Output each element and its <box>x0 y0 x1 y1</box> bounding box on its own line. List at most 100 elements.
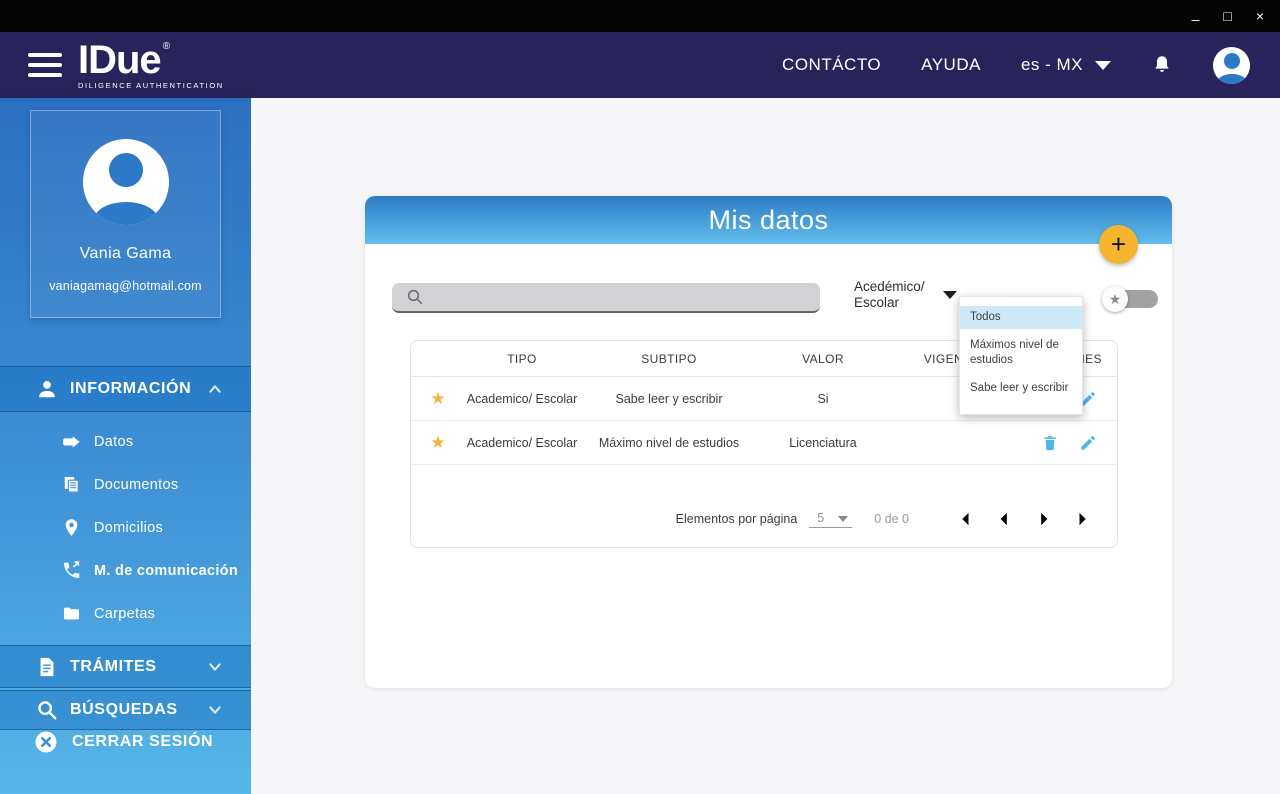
first-page-icon[interactable] <box>955 510 973 528</box>
pagination: Elementos por página 5 0 de 0 <box>676 501 1093 537</box>
sidebar: Vania Gama vaniagamag@hotmail.com INFORM… <box>0 98 251 794</box>
sidebar-item-datos[interactable]: Datos <box>0 420 251 463</box>
profile-avatar <box>82 139 169 225</box>
sidebar-section-label: INFORMACIÓN <box>70 380 192 397</box>
page-title: Mis datos <box>708 204 829 235</box>
sidebar-item-label: Documentos <box>94 476 179 493</box>
type-filter-select[interactable]: Acedémico/ Escolar <box>854 279 957 311</box>
chevron-down-icon <box>1095 60 1111 70</box>
card-header: Mis datos <box>365 196 1172 244</box>
type-filter-line2: Escolar <box>854 295 900 310</box>
menu-option-sabe-leer[interactable]: Sabe leer y escribir <box>960 377 1082 400</box>
sidebar-item-label: Datos <box>94 433 134 450</box>
search-icon <box>38 701 57 720</box>
folder-icon <box>63 607 80 620</box>
hamburger-menu-icon[interactable] <box>28 53 62 77</box>
favorite-star-icon[interactable]: ★ <box>411 433 465 453</box>
sidebar-item-m-de-comunicacion[interactable]: M. de comunicación <box>0 549 251 592</box>
type-filter-menu: Todos Máximos nivel de estudios Sabe lee… <box>959 296 1083 415</box>
profile-email: vaniagamag@hotmail.com <box>49 279 202 293</box>
nav-right: CONTÁCTO AYUDA es - MX <box>782 32 1250 98</box>
sidebar-section-tramites[interactable]: TRÁMITES <box>0 645 251 688</box>
sidebar-item-domicilios[interactable]: Domicilios <box>0 506 251 549</box>
sidebar-item-carpetas[interactable]: Carpetas <box>0 592 251 635</box>
mis-datos-card: Mis datos + Acedémico/ Escolar ★ Todos M… <box>365 196 1172 688</box>
chevron-down-icon <box>942 291 957 299</box>
next-page-icon[interactable] <box>1035 510 1053 528</box>
items-per-page-label: Elementos por página <box>675 512 798 526</box>
logout-button[interactable]: CERRAR SESIÓN <box>0 724 251 760</box>
previous-page-icon[interactable] <box>995 510 1013 528</box>
pagination-nav <box>955 510 1093 528</box>
titlebar: – □ × <box>0 0 1280 32</box>
edit-pencil-icon[interactable] <box>1079 434 1097 452</box>
sidebar-section-label: BÚSQUEDAS <box>70 701 178 718</box>
user-avatar[interactable] <box>1213 46 1250 84</box>
row-actions <box>1021 434 1117 452</box>
nav-link-contacto[interactable]: CONTÁCTO <box>782 55 881 75</box>
language-label: es - MX <box>1020 55 1083 74</box>
profile-name: Vania Gama <box>79 245 172 262</box>
map-pin-icon <box>65 519 78 536</box>
cell-tipo: Academico/ Escolar <box>466 391 578 406</box>
close-icon[interactable]: × <box>1256 9 1264 23</box>
sidebar-item-label: Domicilios <box>94 519 164 536</box>
menu-option-maximos-nivel[interactable]: Máximos nivel de estudios <box>960 334 1082 372</box>
sidebar-section-informacion[interactable]: INFORMACIÓN <box>0 366 251 412</box>
sidebar-item-label: Carpetas <box>94 605 156 622</box>
logo-title: IDue <box>78 38 162 83</box>
card-icon <box>63 436 80 448</box>
chevron-down-icon <box>838 515 849 522</box>
chevron-down-icon <box>209 662 221 671</box>
cell-subtipo: Sabe leer y escribir <box>615 391 723 406</box>
notifications-bell-icon[interactable] <box>1151 53 1173 77</box>
search-input[interactable] <box>424 283 820 311</box>
chevron-down-icon <box>209 706 221 714</box>
favorite-star-icon[interactable]: ★ <box>411 389 465 409</box>
last-page-icon[interactable] <box>1075 510 1093 528</box>
cell-valor: Si <box>817 391 829 406</box>
nav-link-ayuda[interactable]: AYUDA <box>921 55 981 75</box>
search-icon <box>407 289 423 305</box>
cell-valor: Licenciatura <box>789 435 857 450</box>
profile-card: Vania Gama vaniagamag@hotmail.com <box>30 110 221 318</box>
logout-label: CERRAR SESIÓN <box>72 733 214 750</box>
col-header-subtipo: SUBTIPO <box>641 351 697 366</box>
file-icon <box>40 657 54 676</box>
main-content: Mis datos + Acedémico/ Escolar ★ Todos M… <box>251 98 1280 794</box>
app-logo[interactable]: IDue ® DILIGENCE AUTHENTICATION <box>78 40 224 90</box>
type-filter-line1: Acedémico/ <box>854 279 925 294</box>
table-row: ★ Academico/ Escolar Máximo nivel de est… <box>411 421 1117 465</box>
add-button[interactable]: + <box>1099 225 1138 264</box>
phone-icon <box>64 561 80 578</box>
sidebar-section-label: TRÁMITES <box>70 657 157 675</box>
app-window: – □ × IDue ® DILIGENCE AUTHENTICATION CO… <box>0 0 1280 794</box>
window-controls: – □ × <box>1192 0 1264 32</box>
page-range-label: 0 de 0 <box>874 512 909 526</box>
page-size-select[interactable]: 5 <box>809 510 853 528</box>
logo-subtitle: DILIGENCE AUTHENTICATION <box>78 81 224 91</box>
close-circle-icon <box>35 731 57 753</box>
star-icon: ★ <box>1108 291 1122 307</box>
language-selector[interactable]: es - MX <box>1021 55 1111 75</box>
favorites-toggle[interactable]: ★ <box>1102 286 1160 312</box>
top-navbar: IDue ® DILIGENCE AUTHENTICATION CONTÁCTO… <box>0 32 1280 98</box>
menu-option-todos[interactable]: Todos <box>960 306 1082 329</box>
delete-trash-icon[interactable] <box>1041 434 1059 452</box>
chevron-up-icon <box>209 385 221 393</box>
nav-left: IDue ® DILIGENCE AUTHENTICATION <box>28 32 224 98</box>
col-header-tipo: TIPO <box>507 351 537 366</box>
maximize-icon[interactable]: □ <box>1223 9 1231 23</box>
sidebar-item-label: M. de comunicación <box>94 562 238 579</box>
search-bar <box>392 283 820 313</box>
toggle-knob: ★ <box>1102 286 1128 312</box>
logo-registered-mark: ® <box>162 41 171 53</box>
sidebar-item-documentos[interactable]: Documentos <box>0 463 251 506</box>
minimize-icon[interactable]: – <box>1192 12 1200 26</box>
informacion-items: Datos Documentos Domicilios M. de comuni… <box>0 420 251 635</box>
cell-tipo: Academico/ Escolar <box>466 435 578 450</box>
page-size-value: 5 <box>817 510 825 525</box>
documents-icon <box>64 476 79 493</box>
cell-subtipo: Máximo nivel de estudios <box>598 435 740 450</box>
col-header-valor: VALOR <box>802 351 844 366</box>
